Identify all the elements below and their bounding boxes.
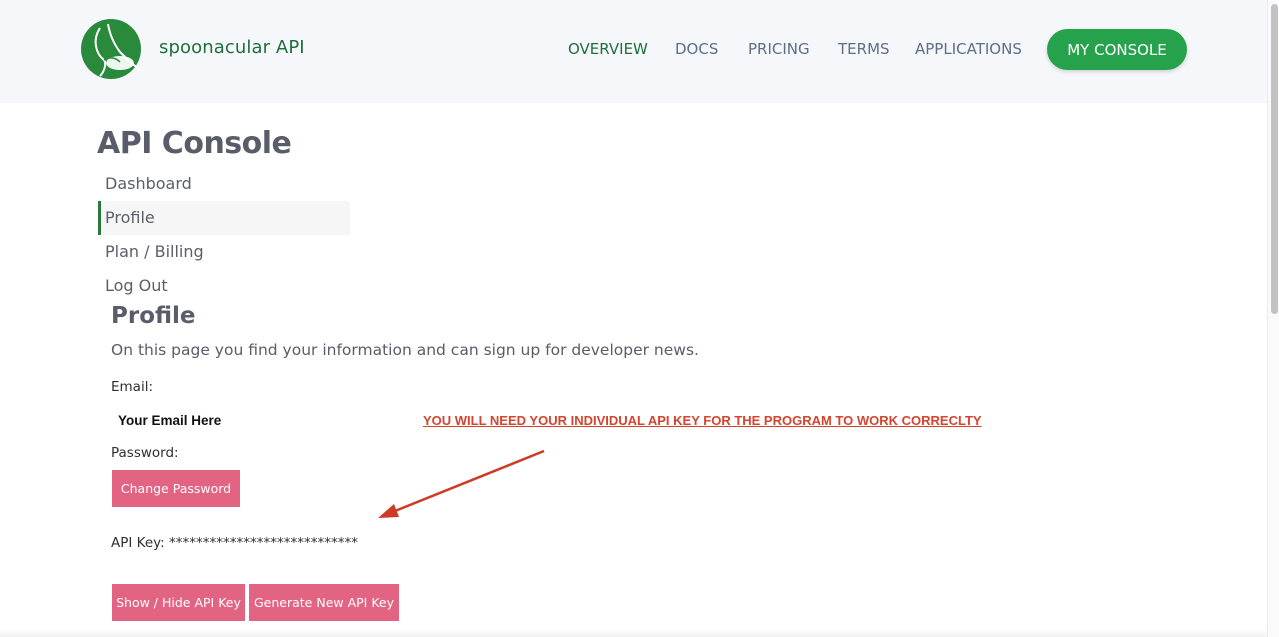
bottom-edge xyxy=(0,628,1267,637)
top-header: spoonacular API OVERVIEW DOCS PRICING TE… xyxy=(0,0,1267,103)
spoonacular-logo-icon[interactable] xyxy=(80,18,142,80)
scrollbar-thumb[interactable] xyxy=(1271,4,1278,314)
email-label: Email: xyxy=(111,379,154,395)
api-key-warning: YOU WILL NEED YOUR INDIVIDUAL API KEY FO… xyxy=(423,413,982,428)
sidebar-item-plan-billing[interactable]: Plan / Billing xyxy=(98,235,350,269)
nav-overview[interactable]: OVERVIEW xyxy=(568,40,648,58)
change-password-button[interactable]: Change Password xyxy=(112,470,240,507)
generate-new-api-key-button[interactable]: Generate New API Key xyxy=(249,584,399,621)
page-scrollbar[interactable] xyxy=(1267,0,1279,637)
sidebar-item-dashboard[interactable]: Dashboard xyxy=(98,167,350,201)
show-hide-api-key-button[interactable]: Show / Hide API Key xyxy=(112,584,245,621)
profile-intro: On this page you find your information a… xyxy=(111,341,699,359)
email-value: Your Email Here xyxy=(118,413,222,428)
profile-title: Profile xyxy=(111,303,196,329)
sidebar-item-log-out[interactable]: Log Out xyxy=(98,269,350,303)
page-title: API Console xyxy=(97,126,292,161)
api-key-value: API Key: **************************** xyxy=(111,535,358,551)
sidebar-item-profile[interactable]: Profile xyxy=(98,201,350,235)
my-console-button[interactable]: MY CONSOLE xyxy=(1047,29,1187,70)
nav-applications[interactable]: APPLICATIONS xyxy=(915,40,1022,58)
nav-terms[interactable]: TERMS xyxy=(838,40,890,58)
red-arrow-annotation xyxy=(378,449,545,518)
password-label: Password: xyxy=(111,445,179,461)
nav-pricing[interactable]: PRICING xyxy=(748,40,810,58)
brand-name[interactable]: spoonacular API xyxy=(159,37,305,58)
nav-docs[interactable]: DOCS xyxy=(675,40,718,58)
